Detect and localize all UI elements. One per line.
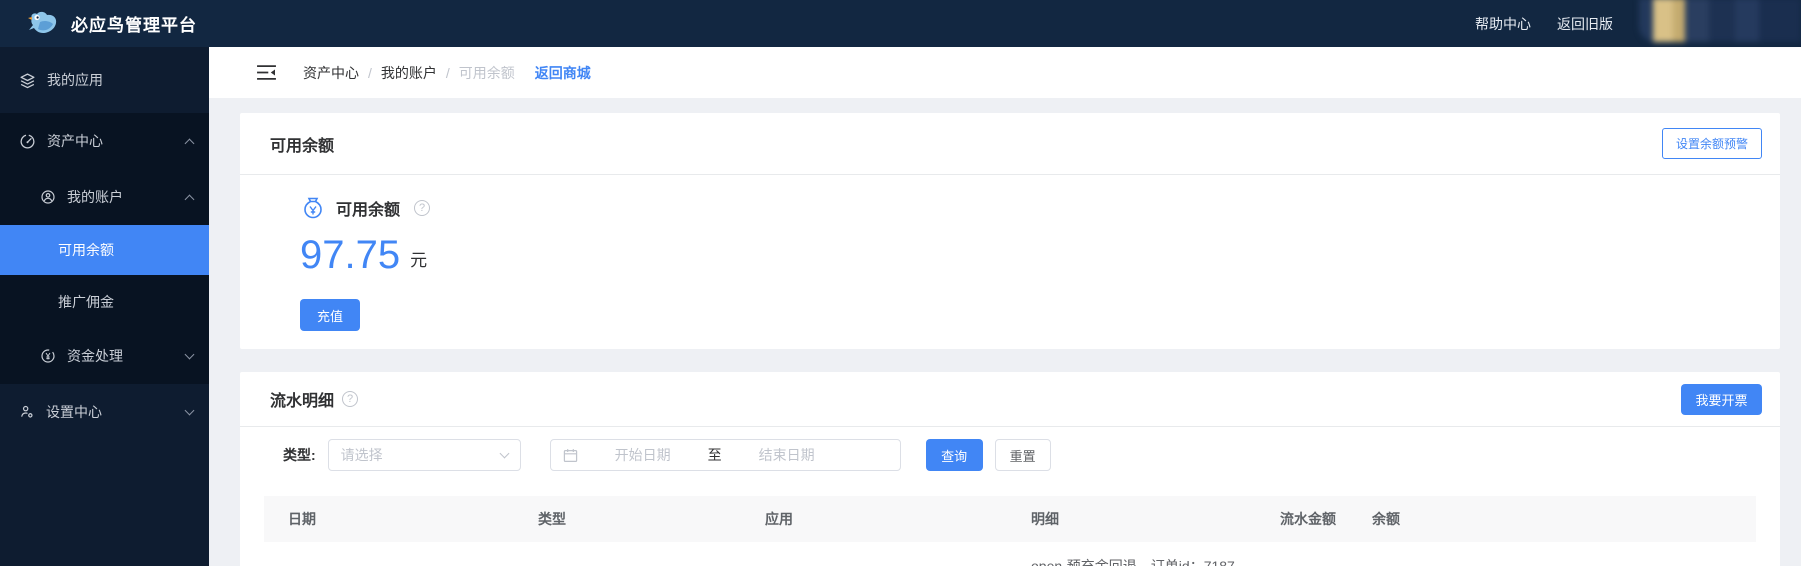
column-header-amount: 流水金额 (1280, 511, 1336, 527)
yen-circle-icon (40, 348, 56, 364)
end-date-input[interactable] (721, 447, 852, 463)
sidebar-item-fund-processing[interactable]: 资金处理 (0, 328, 209, 384)
column-header-detail: 明细 (1031, 511, 1059, 527)
table-header-row: 日期 类型 应用 明细 流水金额 余额 (264, 496, 1756, 542)
sidebar: 我的应用 资产中心 我的账户 可用余额 推广佣金 资金处理 设置中心 (0, 47, 209, 566)
reset-button[interactable]: 重置 (994, 439, 1051, 471)
sidebar-item-label: 资产中心 (47, 133, 103, 149)
chevron-down-icon (499, 448, 510, 459)
layers-icon (19, 72, 36, 89)
set-balance-alert-button[interactable]: 设置余额预警 (1661, 128, 1762, 159)
chevron-down-icon (184, 405, 195, 416)
breadcrumb-item[interactable]: 我的账户 (381, 63, 437, 83)
help-question-icon[interactable]: ? (414, 200, 431, 216)
balance-card-header: 可用余额 设置余额预警 (240, 113, 1780, 175)
chevron-down-icon (184, 349, 195, 360)
date-range-to-label: 至 (707, 447, 722, 463)
app-window: 必应鸟管理平台 帮助中心 返回旧版 我的应用 资产中心 我的账户 可用余额 推广… (0, 0, 1801, 566)
cell-type (514, 542, 741, 566)
column-header-balance: 余额 (1372, 511, 1400, 527)
user-circle-icon (40, 189, 56, 205)
back-to-mall-link[interactable]: 返回商城 (535, 63, 591, 83)
sidebar-fold-icon[interactable] (257, 64, 276, 81)
cell-app (741, 542, 1007, 566)
balance-label: 可用余额 (336, 202, 401, 219)
brand: 必应鸟管理平台 (0, 9, 197, 39)
cell-detail: open-预充金回退，订单id：7187 (1031, 558, 1235, 566)
filter-row: 类型: 请选择 至 (283, 439, 1780, 471)
logo-bird-icon (26, 9, 60, 39)
column-header-date: 日期 (288, 511, 316, 527)
back-old-version-link[interactable]: 返回旧版 (1557, 14, 1613, 34)
top-right-area: 帮助中心 返回旧版 (1475, 0, 1801, 47)
sidebar-item-label: 资金处理 (67, 348, 123, 364)
breadcrumb-item-current: 可用余额 (458, 64, 515, 81)
column-header-app: 应用 (765, 511, 793, 527)
cell-amount (1256, 542, 1348, 566)
table-row: open-预充金回退，订单id：7187 (264, 542, 1756, 566)
transactions-card-header: 流水明细 ? 我要开票 (240, 372, 1780, 427)
sidebar-item-promotion-commission[interactable]: 推广佣金 (0, 275, 209, 328)
calendar-icon (563, 448, 578, 463)
breadcrumb-bar: 资产中心 / 我的账户 / 可用余额 返回商城 (209, 47, 1801, 98)
help-center-link[interactable]: 帮助中心 (1475, 14, 1531, 34)
search-button[interactable]: 查询 (925, 439, 983, 471)
start-date-input[interactable] (577, 447, 708, 463)
sidebar-item-label: 我的账户 (67, 189, 123, 205)
sidebar-item-my-apps[interactable]: 我的应用 (0, 47, 209, 113)
balance-amount: 97.75 (300, 233, 401, 277)
money-bag-icon (300, 195, 326, 221)
user-account-redacted[interactable] (1639, 0, 1801, 42)
type-select[interactable]: 请选择 (327, 439, 521, 471)
transactions-card: 流水明细 ? 我要开票 类型: 请选择 开始日期 至 结束日期 查询 重置 日期… (240, 372, 1780, 566)
user-gear-icon (19, 404, 35, 420)
recharge-button[interactable]: 充值 (300, 299, 360, 331)
breadcrumb-item[interactable]: 资产中心 (303, 63, 359, 83)
app-title: 必应鸟管理平台 (71, 16, 197, 35)
request-invoice-button[interactable]: 我要开票 (1681, 383, 1762, 415)
sidebar-group-assets: 资产中心 我的账户 可用余额 推广佣金 资金处理 (0, 113, 209, 384)
type-filter-label: 类型: (283, 447, 316, 463)
sidebar-item-label: 我的应用 (47, 72, 103, 88)
sidebar-item-settings-center[interactable]: 设置中心 (0, 384, 209, 440)
main-area: 资产中心 / 我的账户 / 可用余额 返回商城 可用余额 设置余额预警 可用余额… (209, 47, 1801, 566)
column-header-type: 类型 (538, 511, 566, 527)
content-area: 可用余额 设置余额预警 可用余额 ? 97.75 元 充值 流水明细 ? 我要开… (209, 98, 1801, 566)
balance-unit: 元 (410, 251, 428, 270)
cell-date (264, 542, 514, 566)
cell-balance (1348, 542, 1756, 566)
chevron-up-icon (184, 194, 195, 205)
chevron-up-icon (184, 138, 195, 149)
balance-card: 可用余额 设置余额预警 可用余额 ? 97.75 元 充值 (240, 113, 1780, 349)
type-select-placeholder: 请选择 (340, 447, 383, 463)
sidebar-item-label: 推广佣金 (58, 293, 114, 310)
sidebar-item-label: 可用余额 (58, 242, 114, 258)
top-header: 必应鸟管理平台 帮助中心 返回旧版 (0, 0, 1801, 47)
breadcrumb-separator: / (445, 64, 450, 81)
sidebar-item-my-account[interactable]: 我的账户 (0, 169, 209, 225)
sidebar-item-asset-center[interactable]: 资产中心 (0, 113, 209, 169)
help-question-icon[interactable]: ? (342, 391, 359, 407)
balance-card-body: 可用余额 ? 97.75 元 充值 (240, 175, 1780, 349)
breadcrumb-separator: / (368, 64, 372, 81)
breadcrumb: 资产中心 / 我的账户 / 可用余额 (303, 63, 515, 83)
gauge-icon (19, 133, 36, 150)
sidebar-item-label: 设置中心 (46, 404, 102, 420)
balance-card-title: 可用余额 (270, 137, 335, 155)
date-range-picker[interactable]: 至 (549, 439, 901, 471)
transactions-card-title: 流水明细 (270, 393, 335, 410)
sidebar-item-available-balance[interactable]: 可用余额 (0, 225, 209, 275)
transactions-table: 日期 类型 应用 明细 流水金额 余额 open-预充金回退，订单id：7187 (264, 496, 1756, 566)
